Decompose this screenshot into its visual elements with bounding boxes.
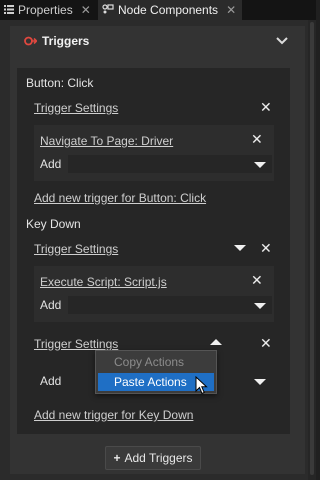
list-icon: [4, 3, 14, 17]
move-up-icon[interactable]: [210, 339, 222, 345]
components-icon: [102, 3, 114, 17]
dropdown-arrow-icon: [254, 303, 266, 309]
add-new-trigger-link[interactable]: Add new trigger for Button: Click: [34, 191, 206, 205]
plus-icon: +: [113, 451, 121, 465]
scrollbar[interactable]: [308, 20, 316, 480]
action-link[interactable]: Navigate To Page: Driver: [40, 134, 173, 148]
add-action-dropdown[interactable]: [68, 155, 272, 173]
dropdown-arrow-icon: [254, 379, 266, 385]
trigger-settings-link[interactable]: Trigger Settings: [34, 337, 118, 351]
trigger-event-name: Key Down: [26, 217, 81, 231]
dropdown-arrow-icon: [254, 162, 266, 168]
triggers-section-header[interactable]: Triggers: [10, 26, 305, 56]
mouse-cursor-icon: [195, 375, 208, 398]
add-triggers-label: Add Triggers: [124, 451, 193, 465]
copy-actions-menu-item: Copy Actions: [114, 355, 185, 369]
close-icon[interactable]: ✕: [81, 3, 91, 17]
tab-node-components[interactable]: Node Components ✕: [98, 0, 242, 20]
close-icon[interactable]: ✕: [226, 3, 236, 17]
section-title: Triggers: [42, 34, 90, 48]
move-down-icon[interactable]: [234, 245, 246, 251]
trigger-settings-link[interactable]: Trigger Settings: [34, 101, 118, 115]
add-action-label: Add: [40, 157, 62, 171]
tab-bar: Properties ✕ Node Components ✕: [0, 0, 316, 20]
trigger-icon: [24, 35, 38, 46]
tab-properties-label: Properties: [18, 3, 73, 17]
add-triggers-button[interactable]: + Add Triggers: [105, 446, 201, 470]
add-action-label: Add: [40, 374, 62, 388]
action-link[interactable]: Execute Script: Script.js: [40, 275, 167, 289]
add-action-label: Add: [40, 298, 62, 312]
remove-trigger-icon[interactable]: ✕: [260, 100, 272, 114]
trigger-event-name: Button: Click: [26, 76, 94, 90]
remove-action-icon[interactable]: ✕: [251, 132, 263, 146]
add-action-dropdown[interactable]: [68, 296, 272, 314]
remove-action-icon[interactable]: ✕: [251, 273, 263, 287]
remove-trigger-icon[interactable]: ✕: [260, 241, 272, 255]
trigger-settings-link[interactable]: Trigger Settings: [34, 242, 118, 256]
scrollbar-thumb[interactable]: [310, 22, 314, 475]
add-new-trigger-link[interactable]: Add new trigger for Key Down: [34, 408, 193, 422]
chevron-down-icon[interactable]: [276, 35, 288, 45]
tab-node-components-label: Node Components: [118, 3, 219, 17]
remove-trigger-icon[interactable]: ✕: [260, 336, 272, 350]
tab-properties[interactable]: Properties ✕: [4, 0, 96, 20]
